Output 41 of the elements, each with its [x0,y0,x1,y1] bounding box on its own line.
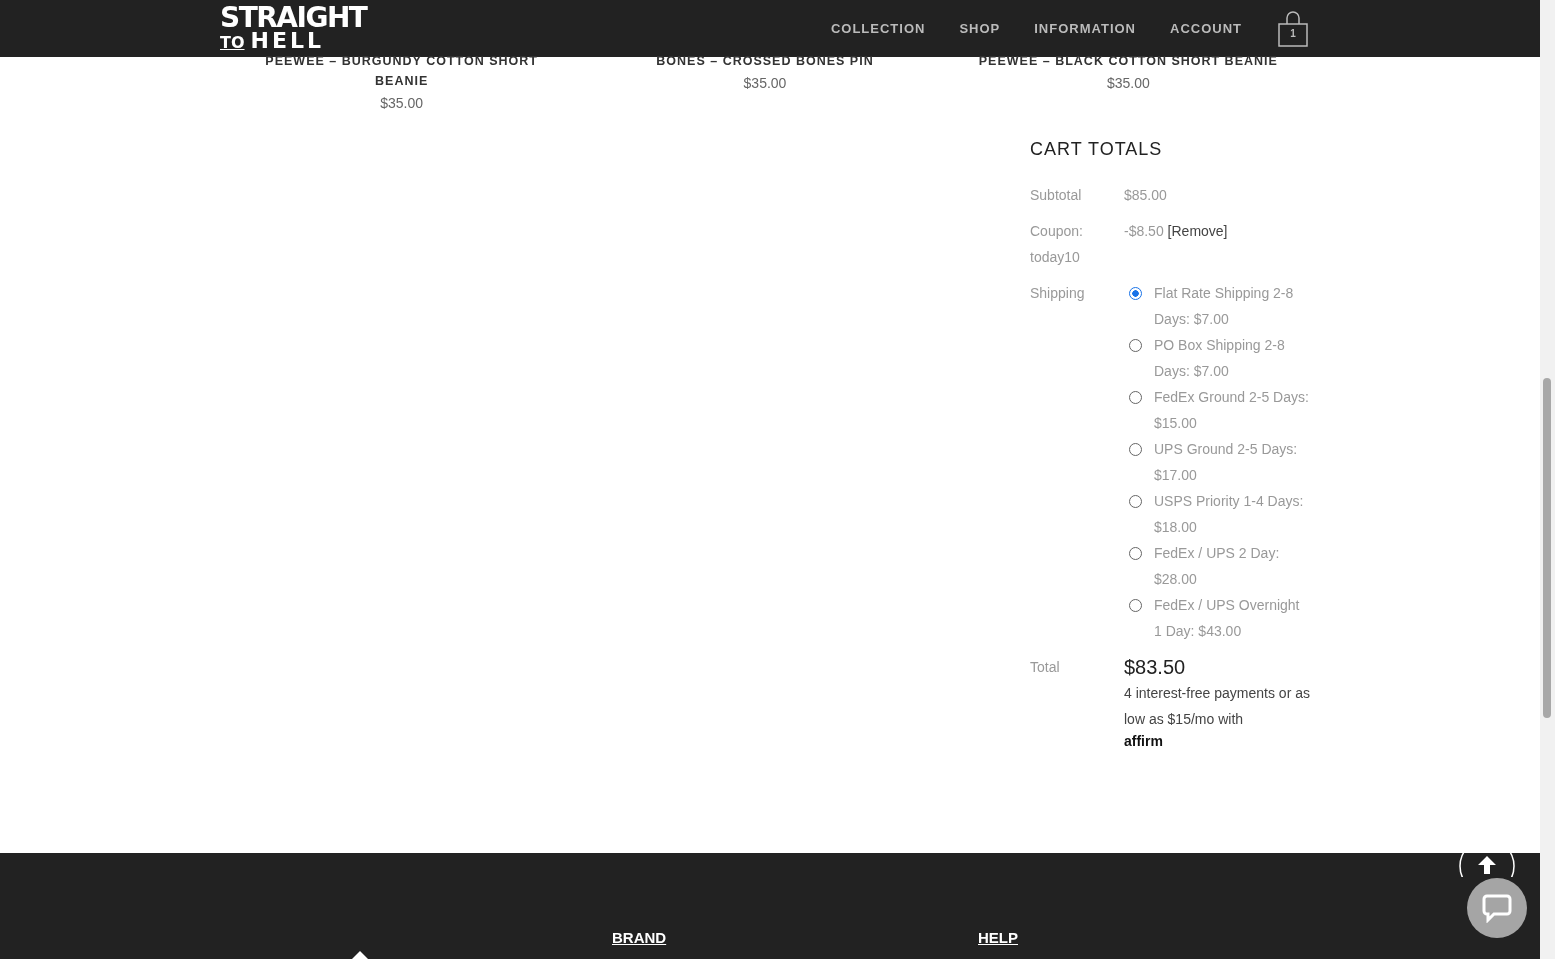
row-label: Coupon: today10 [1030,222,1084,267]
radio-button[interactable] [1129,599,1142,612]
product-title[interactable]: PEEWEE – BURGUNDY COTTON SHORT BEANIE [250,51,554,91]
shipping-option-label: USPS Priority 1-4 Days: $18.00 [1154,492,1305,537]
affirm-logo[interactable]: affirm [1124,732,1163,750]
total-value: $83.50 [1124,655,1187,680]
radio-button[interactable] [1129,495,1142,508]
chat-icon [1482,893,1512,923]
shipping-option-label: Flat Rate Shipping 2-8 Days: $7.00 [1154,284,1295,329]
triangle-icon [352,951,368,959]
logo[interactable]: STRAIGHT TO HELL [220,4,367,53]
row-label: Shipping [1030,284,1086,303]
product-price: $35.00 [1106,74,1150,93]
shipping-option-label: FedEx / UPS Overnight 1 Day: $43.00 [1154,596,1301,641]
shipping-option-label: FedEx Ground 2-5 Days: $15.00 [1154,388,1310,433]
shipping-option-label: FedEx / UPS 2 Day: $28.00 [1154,544,1281,589]
radio-button[interactable] [1129,391,1142,404]
row-value: $85.00 [1124,186,1168,205]
shipping-option-label: PO Box Shipping 2-8 Days: $7.00 [1154,336,1286,381]
product-price: $35.00 [380,94,424,113]
row-value: -$8.50 [1124,223,1164,239]
nav-link[interactable]: ACCOUNT [1170,21,1242,36]
radio-button[interactable] [1129,547,1142,560]
footer-heading: BRAND [612,929,667,948]
row-label: Total [1030,658,1061,677]
product-price: $35.00 [743,74,787,93]
footer-heading: HELP [978,929,1018,948]
shipping-option-label: UPS Ground 2-5 Days: $17.00 [1154,440,1299,485]
product-title[interactable]: BONES – CROSSED BONES PIN [656,51,874,71]
nav-link[interactable]: INFORMATION [1034,21,1136,36]
remove-link[interactable]: [Remove] [1167,223,1228,239]
arrow-up-icon [1478,856,1496,874]
nav-link[interactable]: SHOP [959,21,1001,36]
radio-button[interactable] [1129,339,1142,352]
row-label: Subtotal [1030,186,1083,205]
product-title[interactable]: PEEWEE – BLACK COTTON SHORT BEANIE [978,51,1278,71]
financing-text: 4 interest-free payments or as low as $15/mo with [1124,684,1310,729]
section-title: CART TOTALS [1030,139,1164,160]
nav-link[interactable]: COLLECTION [830,21,926,36]
radio-button[interactable] [1129,287,1142,300]
radio-button[interactable] [1129,443,1142,456]
